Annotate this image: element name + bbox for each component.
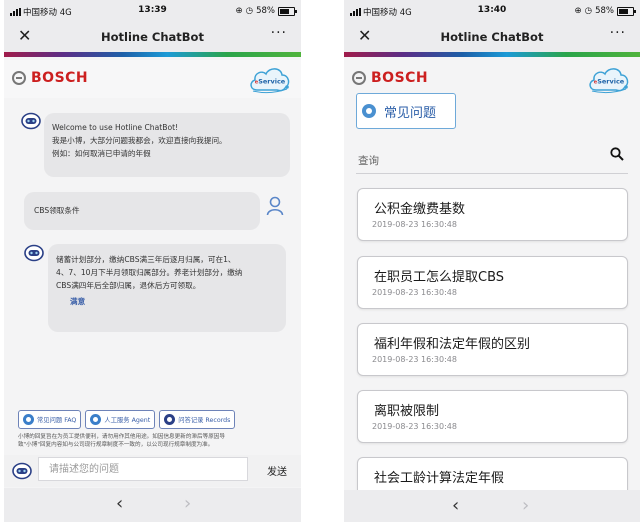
robot-icon (21, 112, 41, 130)
satisfied-link[interactable]: 满意 (70, 295, 85, 308)
faq-question: 福利年假和法定年假的区别 (374, 337, 531, 352)
user-message: CBS领取条件 (24, 192, 260, 230)
bot-message-answer: 储蓄计划部分，缴纳CBS满三年后逐月归属，可在1、 4、7、10月下半月领取归属… (48, 244, 286, 332)
battery-percent: 58% (595, 6, 614, 16)
send-button[interactable]: 发送 (267, 463, 287, 478)
svg-text:eService: eService (594, 78, 625, 86)
welcome-line-3: 例如：如何取消已申请的年假 (52, 149, 151, 158)
bosch-wordmark: BOSCH (371, 70, 429, 86)
search-input[interactable] (356, 151, 588, 171)
brand-row: BOSCH eService (4, 60, 301, 98)
bosch-logo-icon (12, 71, 26, 85)
faq-date: 2019-08-23 16:30:48 (372, 355, 457, 364)
faq-item[interactable]: 离职被限制 2019-08-23 16:30:48 (357, 390, 628, 443)
svg-text:eService: eService (255, 78, 286, 86)
title-bar: ✕ Hotline ChatBot ··· (344, 22, 640, 52)
faq-question: 公积金缴费基数 (374, 202, 466, 217)
chat-input[interactable] (38, 457, 248, 481)
alarm-icon: ⊕ (235, 6, 243, 16)
disclaimer-line-2: 致"小博"回复内容如与公司现行规章制度不一致的，以公司现行规章制度为准。 (18, 442, 214, 448)
chevron-left-icon[interactable]: ‹ (116, 494, 123, 514)
chevron-right-icon[interactable]: › (522, 496, 529, 516)
agent-button-label: 人工服务 Agent (104, 417, 151, 424)
status-right: ⊕ ◷ 58% (235, 6, 297, 16)
faq-button[interactable]: 常见问题 FAQ (18, 410, 82, 429)
faq-button-label: 常见问题 FAQ (37, 417, 77, 424)
bosch-logo-icon (352, 71, 366, 85)
tab-faq-label: 常见问题 (384, 105, 437, 121)
search-icon[interactable] (610, 147, 624, 161)
eservice-cloud-icon: eService (589, 68, 629, 94)
eservice-cloud-icon: eService (250, 68, 290, 94)
faq-question: 离职被限制 (374, 404, 440, 419)
bosch-logo: BOSCH (352, 70, 428, 86)
disclaimer-line-1: 小博的回复旨在为员工提供便利，请勿用作其他用途。如因信息更新的滞后等原因导 (18, 434, 225, 440)
quick-actions: 常见问题 FAQ 人工服务 Agent 问答记录 Records (18, 410, 236, 429)
records-icon (164, 414, 176, 425)
clock-icon: ◷ (245, 6, 254, 16)
robot-icon (24, 244, 44, 262)
search-bar (356, 143, 628, 174)
page-title: Hotline ChatBot (101, 30, 204, 44)
welcome-line-1: Welcome to use Hotline ChatBot! (52, 123, 179, 132)
faq-item[interactable]: 公积金缴费基数 2019-08-23 16:30:48 (357, 188, 628, 241)
battery-icon (278, 6, 297, 16)
faq-item[interactable]: 在职员工怎么提取CBS 2019-08-23 16:30:48 (357, 256, 628, 309)
more-icon[interactable]: ··· (271, 25, 287, 41)
answer-line-2: 4、7、10月下半月领取归属部分。养老计划部分，缴纳 (56, 268, 243, 277)
brand-stripe (4, 52, 301, 57)
chevron-left-icon[interactable]: ‹ (452, 496, 459, 516)
status-bar: 中国移动 4G 13:40 ⊕ ◷ 58% (344, 0, 640, 22)
disclaimer: 小博的回复旨在为员工提供便利，请勿用作其他用途。如因信息更新的滞后等原因导 致"… (18, 433, 296, 449)
battery-icon (617, 6, 636, 16)
faq-question: 社会工龄计算法定年假 (374, 471, 505, 486)
bosch-logo: BOSCH (12, 70, 88, 86)
status-right: ⊕ ◷ 58% (574, 6, 636, 16)
bottom-nav: ‹ › (4, 488, 301, 522)
bosch-wordmark: BOSCH (31, 70, 89, 86)
chat-screen: 中国移动 4G 13:39 ⊕ ◷ 58% ✕ Hotline ChatBot … (4, 0, 301, 522)
agent-icon (90, 414, 102, 425)
answer-line-3: CBS满四年后全部归属，退休后方可领取。 (56, 281, 201, 290)
user-icon (266, 196, 284, 216)
input-bar: 发送 (4, 455, 301, 487)
alarm-icon: ⊕ (574, 6, 582, 16)
welcome-line-2: 我是小博，大部分问题我都会，欢迎直接向我提问。 (52, 136, 227, 145)
records-button[interactable]: 问答记录 Records (159, 410, 236, 429)
user-message-text: CBS领取条件 (34, 206, 80, 215)
faq-date: 2019-08-23 16:30:48 (372, 288, 457, 297)
faq-item[interactable]: 福利年假和法定年假的区别 2019-08-23 16:30:48 (357, 323, 628, 376)
faq-date: 2019-08-23 16:30:48 (372, 220, 457, 229)
clock-icon: ◷ (584, 6, 593, 16)
faq-screen: 中国移动 4G 13:40 ⊕ ◷ 58% ✕ Hotline ChatBot … (344, 0, 640, 522)
bottom-nav: ‹ › (344, 490, 640, 522)
battery-percent: 58% (256, 6, 275, 16)
brand-stripe (344, 52, 640, 57)
faq-icon (23, 414, 34, 425)
faq-question: 在职员工怎么提取CBS (374, 270, 505, 285)
page-title: Hotline ChatBot (440, 30, 544, 44)
more-icon[interactable]: ··· (610, 25, 626, 41)
tab-faq[interactable]: 常见问题 (356, 93, 456, 129)
bot-message-welcome: Welcome to use Hotline ChatBot! 我是小博，大部分… (44, 113, 290, 177)
records-button-label: 问答记录 Records (178, 417, 231, 424)
chevron-right-icon[interactable]: › (184, 494, 191, 514)
faq-icon (362, 104, 376, 118)
title-bar: ✕ Hotline ChatBot ··· (4, 22, 301, 52)
answer-line-1: 储蓄计划部分，缴纳CBS满三年后逐月归属，可在1、 (56, 255, 236, 264)
agent-button[interactable]: 人工服务 Agent (85, 410, 156, 429)
robot-icon (12, 462, 32, 480)
faq-date: 2019-08-23 16:30:48 (372, 422, 457, 431)
status-bar: 中国移动 4G 13:39 ⊕ ◷ 58% (4, 0, 301, 22)
